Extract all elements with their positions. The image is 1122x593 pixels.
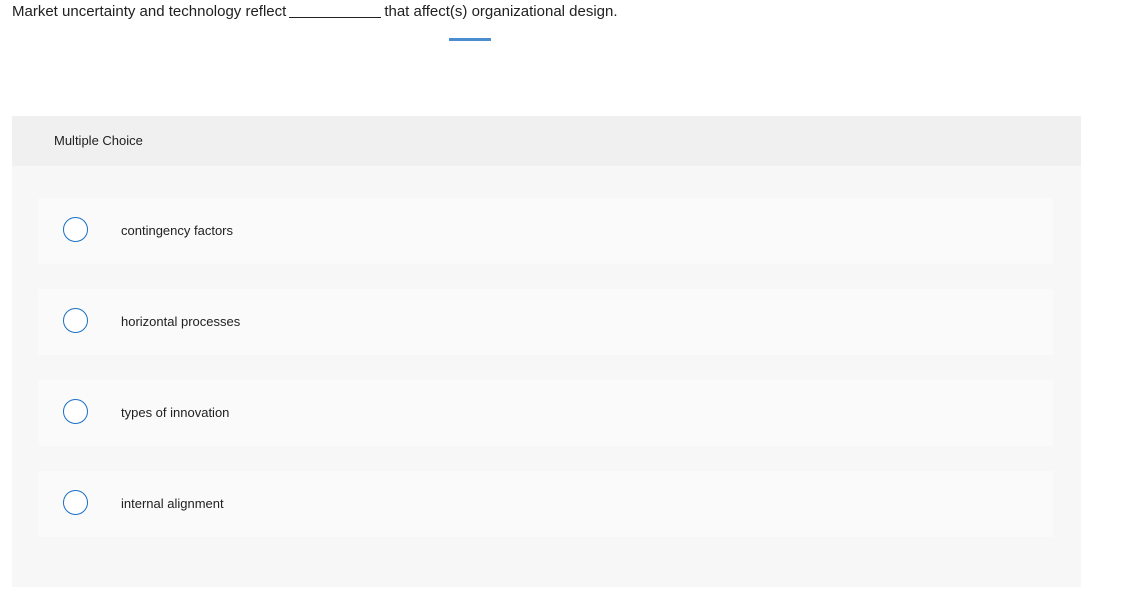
radio-button[interactable] [63,308,88,333]
answer-option-types-of-innovation[interactable]: types of innovation [38,380,1053,446]
multiple-choice-header: Multiple Choice [12,116,1081,166]
multiple-choice-label: Multiple Choice [54,133,143,148]
answer-option-label: horizontal processes [121,314,241,329]
focus-indicator [449,38,491,41]
answer-option-contingency-factors[interactable]: contingency factors [38,198,1053,264]
answer-option-label: types of innovation [121,405,230,420]
multiple-choice-panel: Multiple Choice contingency factors hori… [12,116,1081,587]
question-text-before-blank: Market uncertainty and technology reflec… [12,3,287,20]
question-prompt: Market uncertainty and technology reflec… [12,3,618,21]
answer-option-internal-alignment[interactable]: internal alignment [38,471,1053,537]
question-text-after-blank: that affect(s) organizational design. [384,3,618,20]
answer-option-label: internal alignment [121,496,224,511]
radio-button[interactable] [63,490,88,515]
answer-blank [289,16,382,18]
answer-option-label: contingency factors [121,223,234,238]
radio-button[interactable] [63,399,88,424]
answer-option-horizontal-processes[interactable]: horizontal processes [38,289,1053,355]
radio-button[interactable] [63,217,88,242]
